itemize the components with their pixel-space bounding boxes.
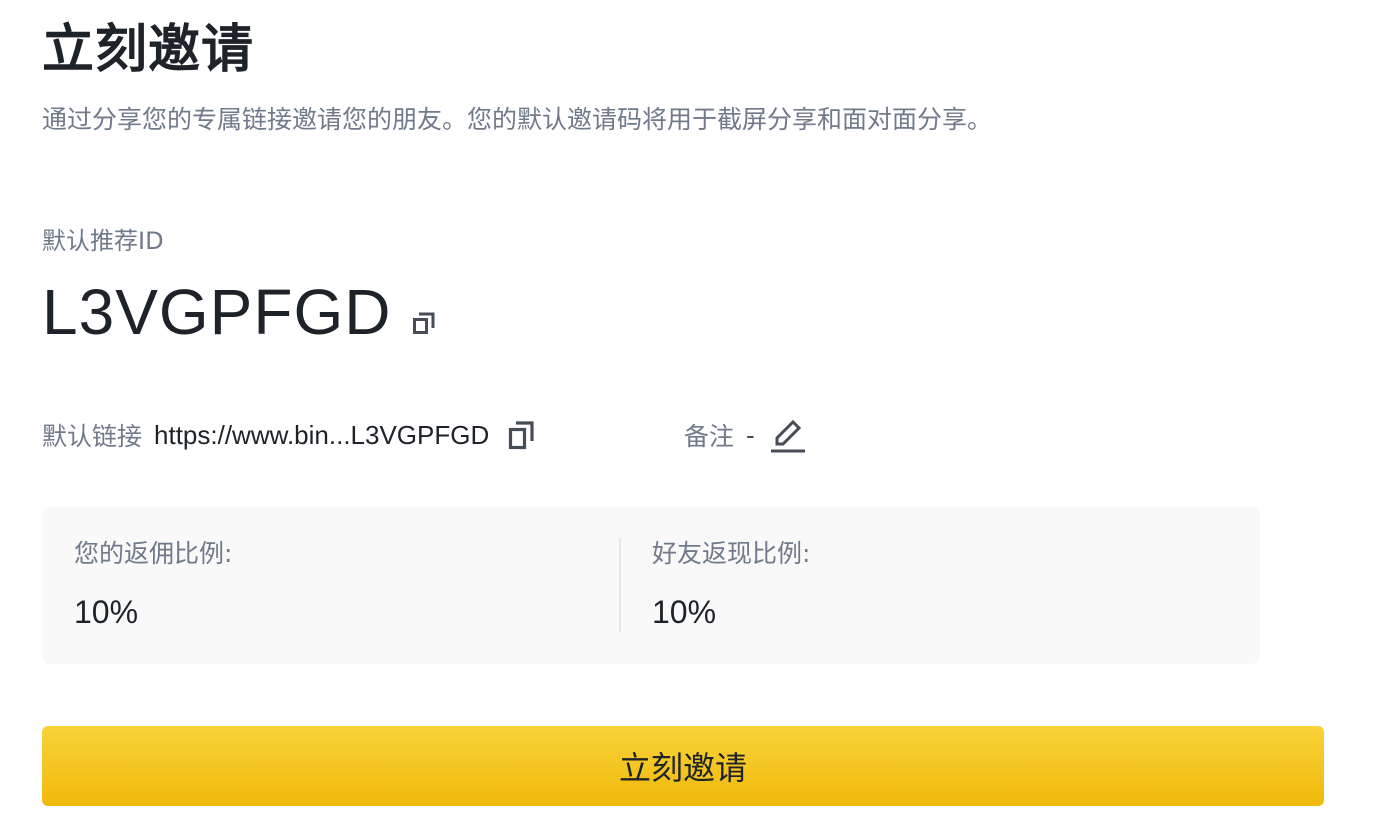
copy-icon[interactable] [409, 308, 439, 338]
default-link-row: 默认链接 https://www.bin...L3VGPFGD [42, 414, 537, 456]
default-link-value: https://www.bin...L3VGPFGD [154, 419, 490, 450]
page-title: 立刻邀请 [42, 20, 255, 80]
friend-cashback-value: 10% [652, 594, 717, 630]
your-commission-value: 10% [74, 594, 139, 630]
copy-link-icon[interactable] [507, 418, 537, 452]
rates-divider [619, 538, 621, 632]
referral-id-value: L3VGPFGD [42, 276, 392, 348]
note-value: - [746, 419, 755, 450]
your-commission-label: 您的返佣比例: [74, 539, 233, 568]
note-row: 备注 - [684, 414, 807, 456]
page-subtitle: 通过分享您的专属链接邀请您的朋友。您的默认邀请码将用于截屏分享和面对面分享。 [42, 105, 993, 134]
referral-id-row: L3VGPFGD [42, 274, 439, 350]
edit-pencil-icon[interactable] [769, 416, 807, 454]
invite-now-button[interactable]: 立刻邀请 [42, 726, 1324, 806]
default-link-label: 默认链接 [42, 422, 143, 451]
rates-panel: 您的返佣比例: 10% 好友返现比例: 10% [42, 506, 1260, 664]
friend-cashback-label: 好友返现比例: [652, 539, 811, 568]
note-label: 备注 [684, 422, 735, 451]
referral-id-label: 默认推荐ID [42, 227, 164, 255]
